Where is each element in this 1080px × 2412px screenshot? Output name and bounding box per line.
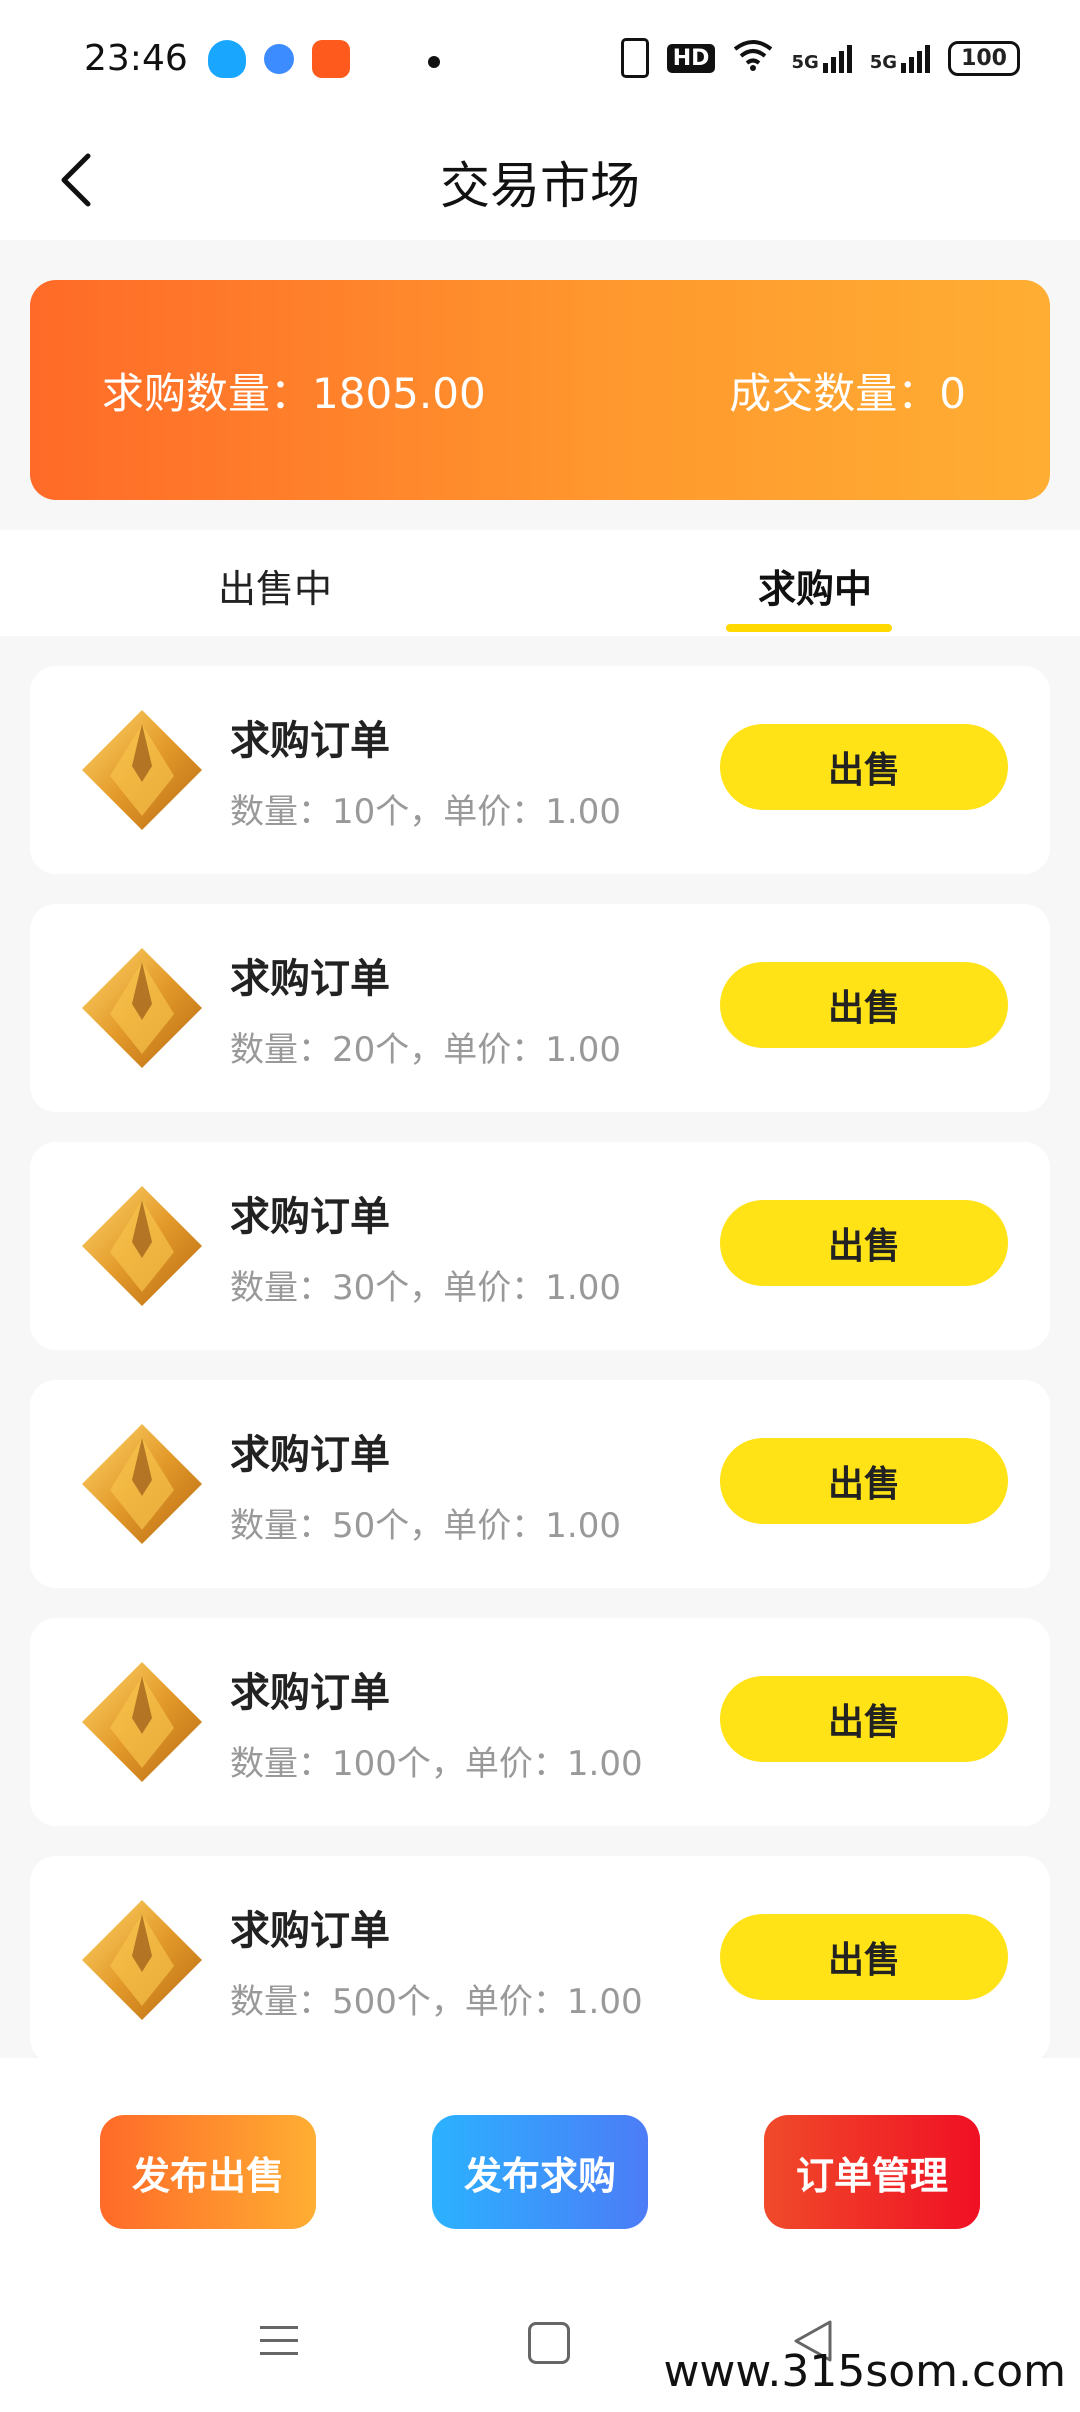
home-icon[interactable]	[528, 2322, 570, 2364]
status-bar: 23:46 HD 5G 5G 100	[0, 0, 1080, 120]
sell-button[interactable]: 出售	[720, 1676, 1008, 1762]
order-description: 数量：100个，单价：1.00	[230, 1744, 643, 1784]
video-app-icon	[312, 40, 350, 78]
tab-selling[interactable]: 出售中	[218, 558, 332, 613]
5g-signal-icon: 5G	[791, 43, 852, 73]
sell-button[interactable]: 出售	[720, 1438, 1008, 1524]
status-app-icons	[208, 40, 350, 78]
status-indicators: HD 5G 5G 100	[620, 38, 1020, 78]
publish-buy-button[interactable]: 发布求购	[432, 2115, 648, 2229]
hd-icon: HD	[666, 43, 716, 73]
vibrate-icon	[620, 38, 649, 78]
tab-bar: 出售中 求购中	[0, 530, 1080, 636]
order-description: 数量：50个，单价：1.00	[230, 1506, 621, 1546]
wifi-icon	[733, 39, 773, 77]
order-description: 数量：500个，单价：1.00	[230, 1982, 643, 2022]
battery-icon: 100	[948, 40, 1020, 76]
active-tab-indicator	[726, 624, 892, 632]
sell-button[interactable]: 出售	[720, 1200, 1008, 1286]
5g-label: 5G	[791, 52, 819, 73]
sell-button[interactable]: 出售	[720, 962, 1008, 1048]
buy-quantity-summary: 求购数量：1805.00	[102, 369, 486, 418]
order-title: 求购订单	[230, 1194, 390, 1240]
order-title: 求购订单	[230, 1908, 390, 1954]
order-card: 求购订单 数量：50个，单价：1.00 出售	[30, 1380, 1050, 1588]
top-nav-bar: 交易市场	[0, 120, 1080, 240]
page-title: 交易市场	[440, 157, 640, 215]
bluebird-icon	[264, 44, 294, 74]
order-title: 求购订单	[230, 956, 390, 1002]
order-card: 求购订单 数量：100个，单价：1.00 出售	[30, 1618, 1050, 1826]
order-management-button[interactable]: 订单管理	[764, 2115, 980, 2229]
sell-button[interactable]: 出售	[720, 1914, 1008, 2000]
watermark-text: www.315som.com	[663, 2346, 1066, 2397]
menu-icon[interactable]	[258, 2320, 300, 2362]
notification-dot	[428, 56, 440, 68]
status-time: 23:46	[84, 38, 188, 79]
order-title: 求购订单	[230, 1670, 390, 1716]
order-title: 求购订单	[230, 718, 390, 764]
sell-button[interactable]: 出售	[720, 724, 1008, 810]
diamond-gem-icon	[82, 710, 202, 830]
order-title: 求购订单	[230, 1432, 390, 1478]
bottom-action-bar: 发布出售 发布求购 订单管理	[0, 2058, 1080, 2278]
order-description: 数量：20个，单价：1.00	[230, 1030, 621, 1070]
diamond-gem-icon	[82, 1424, 202, 1544]
diamond-gem-icon	[82, 1900, 202, 2020]
order-card: 求购订单 数量：500个，单价：1.00 出售	[30, 1856, 1050, 2064]
diamond-gem-icon	[82, 1662, 202, 1782]
order-list: 求购订单 数量：10个，单价：1.00 出售 求购订单 数量：20个，单价：1.…	[30, 666, 1050, 2094]
5g-label: 5G	[869, 52, 898, 73]
tab-buying[interactable]: 求购中	[758, 558, 872, 613]
order-card: 求购订单 数量：30个，单价：1.00 出售	[30, 1142, 1050, 1350]
5g-signal-icon: 5G	[869, 43, 931, 73]
qq-icon	[208, 40, 246, 78]
summary-banner: 求购数量：1805.00 成交数量：0	[30, 280, 1050, 500]
order-card: 求购订单 数量：10个，单价：1.00 出售	[30, 666, 1050, 874]
order-description: 数量：30个，单价：1.00	[230, 1268, 621, 1308]
order-description: 数量：10个，单价：1.00	[230, 792, 621, 832]
diamond-gem-icon	[82, 1186, 202, 1306]
diamond-gem-icon	[82, 948, 202, 1068]
publish-sell-button[interactable]: 发布出售	[100, 2115, 316, 2229]
deal-quantity-summary: 成交数量：0	[729, 369, 966, 418]
order-card: 求购订单 数量：20个，单价：1.00 出售	[30, 904, 1050, 1112]
